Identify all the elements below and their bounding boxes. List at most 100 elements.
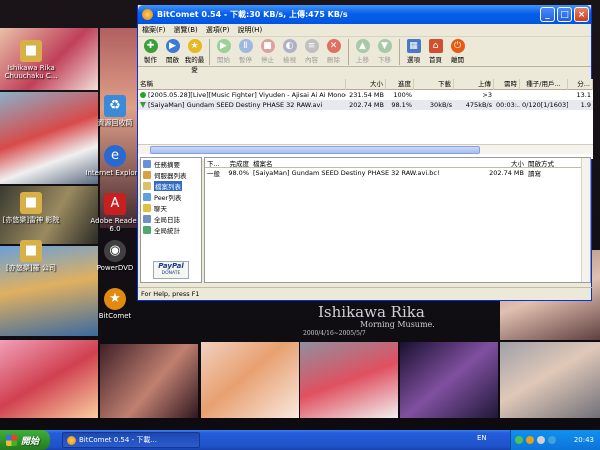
title-bar[interactable]: BitComet 0.54 - 下載:30 KB/s, 上傳:475 KB/s … xyxy=(138,5,591,24)
sidebar-item-server-list[interactable]: 伺服器列表 xyxy=(141,169,201,180)
start-button[interactable]: ▶ 開始 xyxy=(213,39,234,64)
wallpaper-photo xyxy=(0,340,98,418)
vertical-scrollbar[interactable] xyxy=(581,158,590,282)
file-icon xyxy=(143,181,151,190)
stop-button[interactable]: ■ 停止 xyxy=(257,39,278,64)
stop-icon: ■ xyxy=(260,39,275,53)
column-download-flag[interactable]: 下... xyxy=(205,158,225,168)
file-list-header: 下... 完成度 檔案名 大小 開啟方式 xyxy=(205,158,590,168)
menu-options[interactable]: 選項(P) xyxy=(206,25,230,35)
folder-icon: ■ xyxy=(20,192,42,214)
torrent-row[interactable]: [SaiyaMan] Gundam SEED Destiny PHASE 32 … xyxy=(138,100,593,110)
horizontal-scrollbar[interactable] xyxy=(138,144,593,154)
move-down-button[interactable]: ▼ 下移 xyxy=(374,39,395,64)
home-button[interactable]: ⌂ 首頁 xyxy=(425,39,446,64)
desktop-icon-folder-1[interactable]: ■ [亦悠樂]雷神 影院 xyxy=(0,192,62,224)
chat-icon xyxy=(143,203,151,212)
bitcomet-icon xyxy=(142,9,153,20)
column-seeds-peers[interactable]: 種子/用戶... xyxy=(520,78,568,90)
menu-browse[interactable]: 瀏覽(B) xyxy=(174,25,198,35)
column-progress[interactable]: 進度 xyxy=(386,78,414,90)
adobe-reader-icon: A xyxy=(104,193,126,215)
toolbar: ✚ 製作 ▶ 開啟 ★ 我的最愛 ▶ 開始 Ⅱ 暫停 ■ 停止 ◐ 檢視 ≡ 內容 ✕ 刪除 ▲ 上… xyxy=(138,37,591,74)
menu-help[interactable]: 說明(H) xyxy=(237,25,262,35)
toolbar-separator xyxy=(348,39,349,65)
column-completion[interactable]: 完成度 xyxy=(225,158,251,168)
volume-icon[interactable] xyxy=(537,436,545,444)
close-button[interactable]: × xyxy=(574,7,589,22)
column-upload[interactable]: 上傳 xyxy=(454,78,494,90)
delete-icon: ✕ xyxy=(326,39,341,53)
language-indicator[interactable]: EN xyxy=(477,434,487,442)
summary-icon xyxy=(143,159,151,168)
sidebar-item-task-summary[interactable]: 任務摘要 xyxy=(141,158,201,169)
options-button[interactable]: ▦ 選項 xyxy=(403,39,424,64)
toolbar-separator xyxy=(399,39,400,65)
wallpaper-photo xyxy=(400,342,498,418)
wallpaper-title: Ishikawa Rika xyxy=(318,303,425,321)
sidebar-item-peer-list[interactable]: Peer列表 xyxy=(141,191,201,202)
file-row[interactable]: 一般 98.0% [SaiyaMan] Gundam SEED Destiny … xyxy=(205,168,590,178)
menu-bar: 檔案(F) 瀏覽(B) 選項(P) 說明(H) xyxy=(138,24,591,37)
minimize-button[interactable]: _ xyxy=(540,7,555,22)
desktop-icon-folder-2[interactable]: ■ [亦悠樂]羅 公司 xyxy=(0,240,62,272)
maximize-button[interactable]: □ xyxy=(557,7,572,22)
view-button[interactable]: ◐ 檢視 xyxy=(279,39,300,64)
bitcomet-tray-icon[interactable] xyxy=(526,436,534,444)
sidebar-item-file-list[interactable]: 檔案列表 xyxy=(141,180,201,191)
powerdvd-icon: ◉ xyxy=(104,240,126,262)
pause-icon: Ⅱ xyxy=(238,39,253,53)
network-icon[interactable] xyxy=(515,436,523,444)
column-download[interactable]: 下載 xyxy=(414,78,454,90)
messenger-icon[interactable] xyxy=(548,436,556,444)
folder-icon: ■ xyxy=(20,40,42,62)
favorites-icon: ★ xyxy=(187,39,202,53)
create-button[interactable]: ✚ 製作 xyxy=(140,39,161,64)
scrollbar-thumb[interactable] xyxy=(150,146,480,154)
server-icon xyxy=(143,170,151,179)
column-filename[interactable]: 檔案名 xyxy=(251,158,466,168)
exit-button[interactable]: ⏻ 離開 xyxy=(447,39,468,64)
sidebar-item-chat[interactable]: 聊天 xyxy=(141,202,201,213)
column-eta[interactable]: 需時 xyxy=(494,78,520,90)
menu-file[interactable]: 檔案(F) xyxy=(142,25,166,35)
favorites-button[interactable]: ★ 我的最愛 xyxy=(184,39,205,74)
sidebar-item-global-stats[interactable]: 全局統計 xyxy=(141,224,201,235)
exit-icon: ⏻ xyxy=(450,39,465,53)
move-up-button[interactable]: ▲ 上移 xyxy=(352,39,373,64)
torrent-row[interactable]: [2005.05.28][Live][Music Fighter] Viyude… xyxy=(138,90,593,100)
delete-button[interactable]: ✕ 刪除 xyxy=(323,39,344,64)
column-file-size[interactable]: 大小 xyxy=(466,158,526,168)
properties-button[interactable]: ≡ 內容 xyxy=(301,39,322,64)
column-share[interactable]: 分... xyxy=(568,78,593,90)
create-icon: ✚ xyxy=(143,39,158,53)
column-size[interactable]: 大小 xyxy=(346,78,386,90)
pause-button[interactable]: Ⅱ 暫停 xyxy=(235,39,256,64)
wallpaper-subtitle: Morning Musume. xyxy=(360,320,435,329)
sidebar: 任務摘要 伺服器列表 檔案列表 Peer列表 聊天 全局日誌 全局統計 PayP… xyxy=(140,157,202,283)
clock: 20:43 xyxy=(573,436,594,444)
start-button[interactable]: 開始 xyxy=(0,430,50,450)
paypal-donate-button[interactable]: PayPal DONATE xyxy=(153,261,189,279)
torrent-list-header: 名稱 大小 進度 下載 上傳 需時 種子/用戶... 分... xyxy=(138,78,593,90)
file-list-panel: 下... 完成度 檔案名 大小 開啟方式 一般 98.0% [SaiyaMan]… xyxy=(204,157,591,283)
wallpaper-photo xyxy=(201,342,299,418)
bitcomet-icon xyxy=(67,435,76,445)
stats-icon xyxy=(143,225,151,234)
sidebar-item-global-log[interactable]: 全局日誌 xyxy=(141,213,201,224)
bitcomet-window: BitComet 0.54 - 下載:30 KB/s, 上傳:475 KB/s … xyxy=(137,5,593,301)
desktop-icon-ishikawa-folder[interactable]: ■ Ishikawa Rika Chuuchaku C... xyxy=(0,40,62,80)
wallpaper-photo xyxy=(500,342,600,418)
folder-icon: ■ xyxy=(20,240,42,262)
internet-explorer-icon: e xyxy=(104,145,126,167)
column-open-mode[interactable]: 開啟方式 xyxy=(526,158,582,168)
column-name[interactable]: 名稱 xyxy=(138,78,346,90)
toolbar-separator xyxy=(209,39,210,65)
start-icon: ▶ xyxy=(216,39,231,53)
downloading-status-icon xyxy=(140,102,146,108)
taskbar-item-bitcomet[interactable]: BitComet 0.54 - 下載... xyxy=(62,432,200,448)
windows-logo-icon xyxy=(6,434,17,446)
open-button[interactable]: ▶ 開啟 xyxy=(162,39,183,64)
recycle-bin-icon: ♻ xyxy=(104,95,126,117)
move-down-icon: ▼ xyxy=(377,39,392,53)
